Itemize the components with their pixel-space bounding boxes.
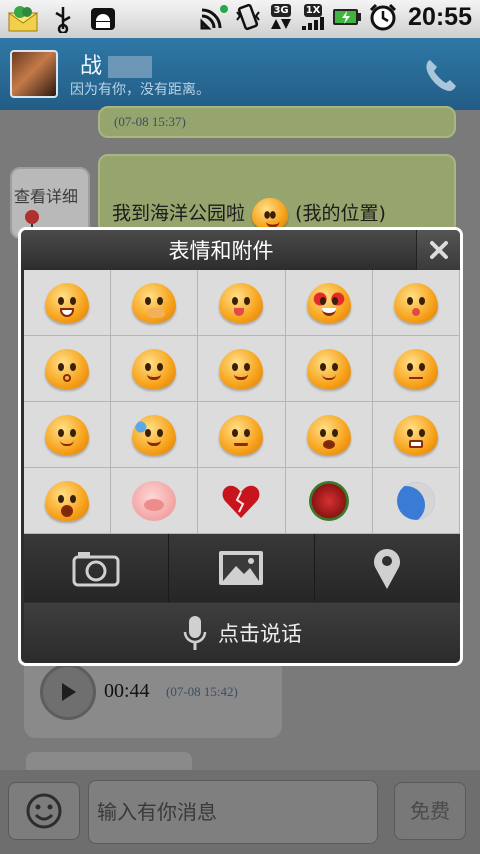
voice-timestamp: (07-08 15:42) (166, 684, 238, 699)
clock-time: 20:55 (408, 2, 472, 31)
emoji-tongue-face[interactable] (198, 270, 286, 336)
name-redaction (108, 56, 153, 78)
emoji-dizzy-face[interactable] (285, 336, 373, 402)
dialog-title-bar: 表情和附件 (21, 230, 460, 270)
close-icon (429, 241, 448, 259)
emoji-grin-face[interactable] (24, 270, 112, 336)
close-button[interactable] (416, 230, 460, 270)
emoji-kiss-face[interactable] (372, 270, 460, 336)
status-bar: 3G 1X 20:55 (0, 0, 480, 38)
alarm-icon (369, 3, 397, 31)
qq-mail-icon (6, 4, 40, 34)
avatar[interactable] (10, 50, 58, 98)
emoji-hug-face[interactable] (111, 336, 199, 402)
tongue-emoji-icon (252, 197, 289, 231)
usb-icon (46, 4, 80, 34)
location-button[interactable] (315, 534, 460, 602)
dialog-title: 表情和附件 (168, 239, 274, 263)
chat-header: 战 因为有你，没有距离。 (0, 38, 480, 110)
emoji-heart-eyes-face[interactable] (285, 270, 373, 336)
emoji-moon-star[interactable] (372, 468, 460, 534)
vibrate-icon (236, 3, 260, 31)
emoji-angry-face[interactable] (372, 402, 460, 468)
smiley-icon (26, 793, 62, 829)
push-to-talk-button[interactable]: 点击说话 (24, 603, 460, 663)
3g-signal-icon: 3G (268, 3, 294, 31)
emoji-sleepy-face[interactable] (24, 402, 112, 468)
emoji-shocked-bomb-face[interactable] (24, 468, 112, 534)
camera-button[interactable] (24, 534, 170, 602)
message-input[interactable]: 输入有你消息 (88, 780, 378, 844)
microphone-icon (183, 616, 207, 650)
emoji-pray-face[interactable] (198, 336, 286, 402)
message-bubble[interactable]: (07-08 15:37) (98, 106, 456, 138)
emoji-pig-face[interactable] (111, 468, 199, 534)
emoji-attachment-dialog: 表情和附件 点击说话 (18, 227, 463, 666)
wifi-signal-icon (200, 5, 229, 30)
emoji-cover-mouth-face[interactable] (111, 270, 199, 336)
map-card-label: 查看详细 (14, 187, 79, 206)
contact-name: 战 (80, 48, 153, 80)
location-pin-icon (374, 549, 401, 589)
contact-status: 因为有你，没有距离。 (70, 82, 210, 98)
message-timestamp: (07-08 15:37) (114, 114, 186, 129)
battery-charging-icon (333, 9, 362, 25)
image-button[interactable] (169, 534, 315, 602)
1x-signal-icon: 1X (300, 3, 326, 31)
phone-icon[interactable] (420, 54, 462, 96)
android-debug-icon (86, 4, 120, 34)
emoji-worried-face[interactable] (372, 336, 460, 402)
push-to-talk-label: 点击说话 (218, 622, 302, 646)
camera-icon (72, 552, 120, 587)
location-message: 我到海洋公园啦 (我的位置) (112, 197, 386, 231)
play-button[interactable] (40, 664, 96, 720)
send-free-button[interactable]: 免费 (394, 782, 466, 840)
emoji-broken-heart[interactable] (198, 468, 286, 534)
image-icon (219, 551, 264, 585)
emoji-crying-face[interactable] (285, 402, 373, 468)
emoji-surprised-face[interactable] (24, 336, 112, 402)
emoji-rose-bouquet[interactable] (285, 468, 373, 534)
emoji-sweat-face[interactable] (111, 402, 199, 468)
attachment-row (24, 534, 460, 602)
emoji-annoyed-face[interactable] (198, 402, 286, 468)
play-icon (62, 683, 76, 701)
input-bar: 输入有你消息 免费 (0, 770, 480, 854)
emoji-button[interactable] (8, 782, 80, 840)
voice-duration: 00:44 (104, 680, 150, 702)
emoji-grid (24, 270, 460, 534)
